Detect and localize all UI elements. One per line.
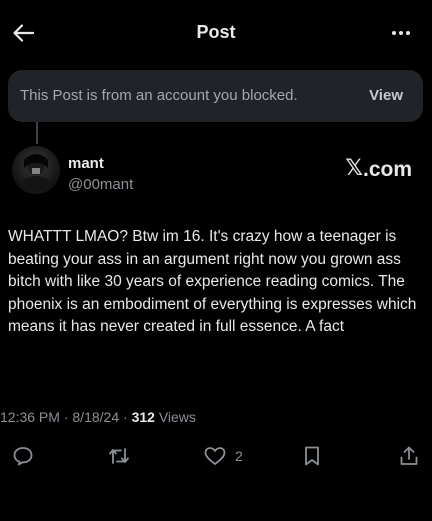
watermark-text: .com xyxy=(362,157,412,181)
reply-icon xyxy=(13,447,33,466)
share-icon xyxy=(400,446,418,465)
more-options-button[interactable] xyxy=(388,23,414,43)
author-display-name[interactable]: mant xyxy=(68,155,104,172)
blocked-notice-text: This Post is from an account you blocked… xyxy=(20,87,298,104)
bookmark-icon xyxy=(305,446,319,466)
heart-icon xyxy=(204,447,226,465)
page-title: Post xyxy=(196,22,236,42)
views-label: Views xyxy=(158,409,196,425)
top-bar: Post xyxy=(0,0,432,62)
like-count: 2 xyxy=(235,448,243,464)
action-bar: 2 xyxy=(0,438,432,472)
meta-separator: · xyxy=(123,409,128,425)
meta-separator: · xyxy=(63,409,69,425)
repost-button[interactable] xyxy=(107,444,131,468)
post-text: WHATTT LMAO? Btw im 16. It's crazy how a… xyxy=(8,228,417,336)
avatar[interactable] xyxy=(12,146,60,194)
thread-line xyxy=(36,122,38,144)
reply-button[interactable] xyxy=(12,444,34,468)
avatar-image xyxy=(12,146,60,194)
blocked-post-notice: This Post is from an account you blocked… xyxy=(8,70,423,122)
x-com-watermark: 𝕏 .com xyxy=(345,158,412,180)
post-meta: 12:36 PM · 8/18/24 · 312 Views xyxy=(0,409,196,425)
views-count: 312 xyxy=(131,409,155,425)
bookmark-button[interactable] xyxy=(303,444,321,468)
repost-icon xyxy=(109,448,129,464)
author-handle[interactable]: @00mant xyxy=(68,176,133,193)
share-button[interactable] xyxy=(398,444,420,468)
post-time: 12:36 PM xyxy=(0,409,60,425)
like-button[interactable]: 2 xyxy=(203,444,243,468)
post-date: 8/18/24 xyxy=(72,409,120,425)
view-button[interactable]: View xyxy=(369,87,403,104)
x-logo-icon: 𝕏 xyxy=(345,156,363,181)
more-horizontal-icon xyxy=(392,31,396,35)
